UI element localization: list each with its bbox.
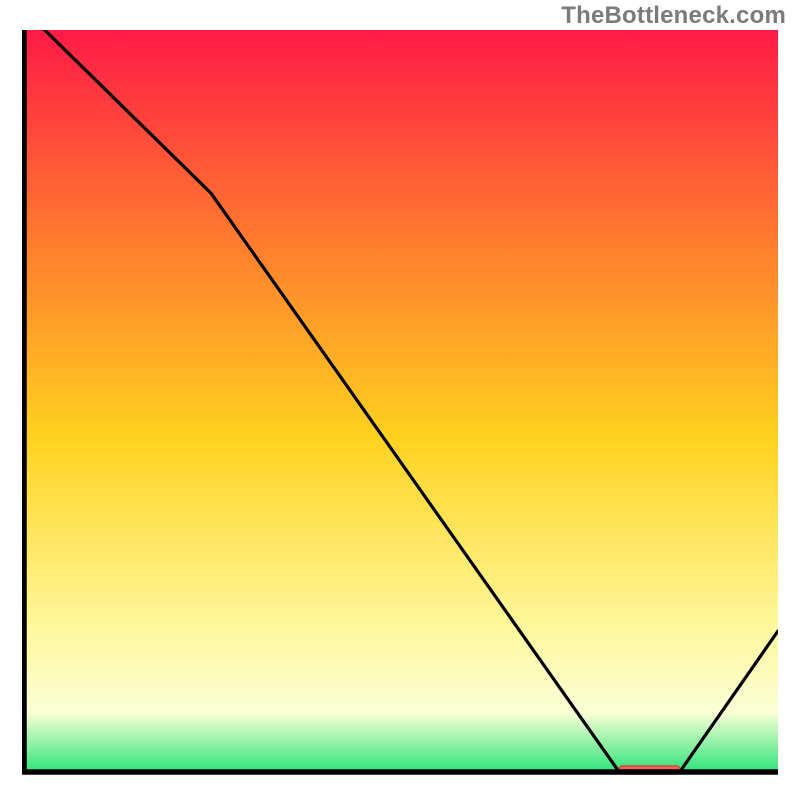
chart-svg [22,30,778,778]
watermark-text: TheBottleneck.com [561,2,786,30]
chart-stage: TheBottleneck.com [0,0,800,800]
gradient-background [22,30,778,772]
plot-area [22,30,778,778]
